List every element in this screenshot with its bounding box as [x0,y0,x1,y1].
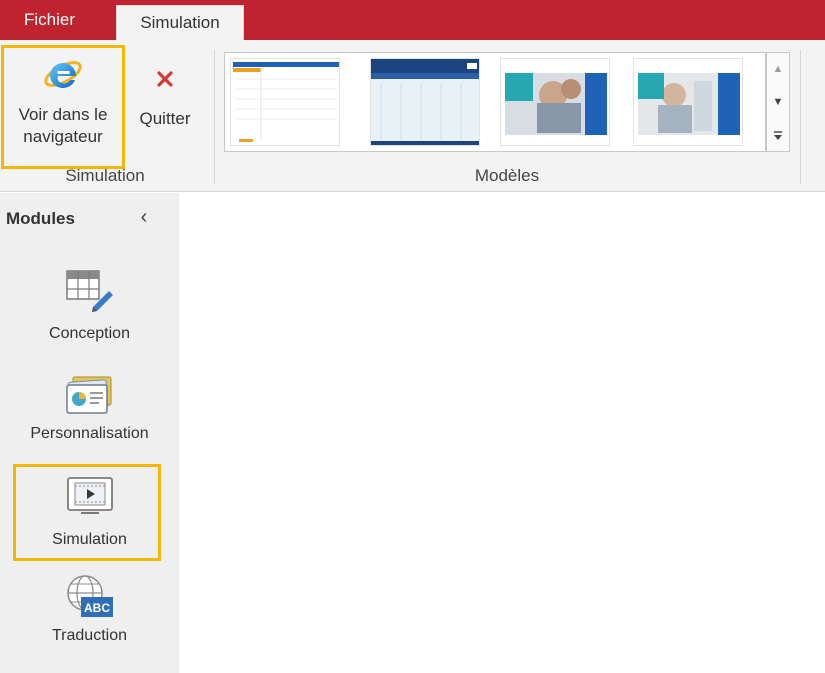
sidebar-item-label: Conception [49,325,130,342]
model-thumbnail[interactable] [500,58,610,146]
model-preview-image [634,59,742,145]
models-gallery [224,52,766,152]
sidebar-item-label: Traduction [52,627,127,644]
close-icon [157,71,173,87]
chevron-up-icon: ▲ [772,63,784,75]
tab-simulation[interactable]: Simulation [116,5,244,40]
model-thumbnail[interactable] [230,58,340,146]
model-preview-image [371,59,479,145]
personalization-card-icon [65,376,111,414]
internet-explorer-icon [44,61,82,89]
video-screen-icon [66,477,113,514]
sidebar-item-label: Simulation [52,531,127,548]
sidebar-item-conception[interactable]: Conception [0,267,179,343]
quit-button[interactable]: Quitter [132,64,198,144]
sidebar-item-simulation[interactable]: Simulation [0,475,179,549]
quit-label: Quitter [139,109,191,128]
group-separator [800,50,801,184]
main-content-area [179,193,825,673]
model-preview-image [231,59,339,145]
view-in-browser-label-1: Voir dans le [18,105,108,124]
gallery-scroll-up-button[interactable]: ▲ [767,53,789,86]
chevron-down-icon: ▼ [772,96,784,108]
ribbon-tab-bar: Fichier Simulation [0,0,825,40]
sidebar-item-traduction[interactable]: ABC Traduction [0,573,179,645]
group-label-models: Modèles [474,166,540,185]
modules-sidebar: Modules ‹ Conception Personnalisation Si… [0,193,179,673]
chevron-left-icon: ‹ [140,206,148,228]
models-gallery-scroll: ▲ ▼ [766,52,790,152]
table-edit-icon [65,270,113,312]
sidebar-item-label: Personnalisation [30,425,149,442]
globe-abc-text: ABC [84,601,110,615]
ribbon: Voir dans le navigateur Quitter Simulati… [0,40,825,192]
sidebar-collapse-button[interactable]: ‹ [134,203,154,231]
view-in-browser-label-2: navigateur [23,127,103,146]
gallery-expand-button[interactable] [767,119,789,152]
tab-fichier[interactable]: Fichier [10,0,89,40]
group-label-simulation: Simulation [65,166,145,185]
expand-gallery-icon [774,131,782,140]
globe-abc-icon: ABC [66,575,113,617]
view-in-browser-button[interactable]: Voir dans le navigateur [6,48,120,160]
sidebar-item-personnalisation[interactable]: Personnalisation [0,373,179,443]
model-thumbnail[interactable] [633,58,743,146]
model-thumbnail[interactable] [370,58,480,146]
model-preview-image [501,59,609,145]
group-separator [214,50,215,184]
sidebar-title: Modules [6,209,75,228]
gallery-scroll-down-button[interactable]: ▼ [767,86,789,119]
